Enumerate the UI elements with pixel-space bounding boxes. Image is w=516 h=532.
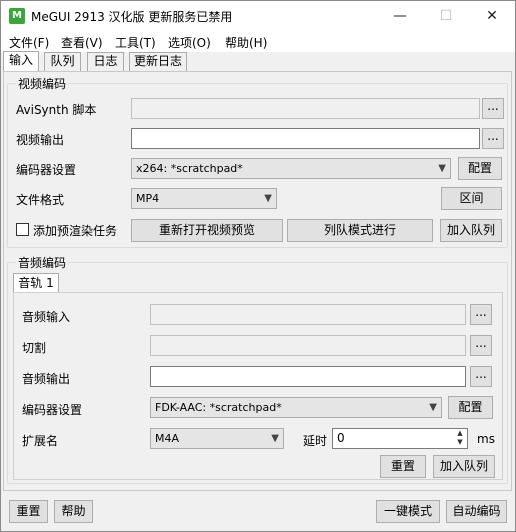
chevron-down-icon: ▼	[264, 193, 272, 204]
avisynth-label: AviSynth 脚本	[16, 103, 97, 117]
menu-help[interactable]: 帮助(H)	[225, 34, 267, 51]
video-config-button[interactable]: 配置	[458, 157, 502, 180]
file-format-select[interactable]: MP4 ▼	[131, 188, 277, 209]
spin-up-icon[interactable]: ▲	[453, 429, 467, 438]
input-panel: 视频编码 AviSynth 脚本 ... 视频输出 ... 编码器设置 x264…	[3, 71, 512, 491]
cut-field[interactable]	[150, 335, 466, 356]
menu-file[interactable]: 文件(F)	[9, 34, 49, 51]
audio-group-title: 音频编码	[16, 254, 69, 271]
video-output-label: 视频输出	[16, 133, 65, 147]
audio-encoding-group: 音频编码 音轨 1 音频输入 ... 切割 ... 音频输出 ... 编码器设置…	[7, 254, 508, 484]
close-button[interactable]: ✕	[469, 1, 515, 31]
maximize-button[interactable]: ☐	[423, 1, 469, 31]
main-window: M MeGUI 2913 汉化版 更新服务已禁用 — ☐ ✕ 文件(F) 查看(…	[0, 0, 516, 532]
queue-mode-button[interactable]: 列队模式进行	[287, 219, 433, 242]
main-tabs: 输入 队列 日志 更新日志	[1, 51, 515, 72]
delay-value: 0	[337, 431, 345, 445]
video-encoding-group: 视频编码 AviSynth 脚本 ... 视频输出 ... 编码器设置 x264…	[7, 75, 508, 248]
menu-options[interactable]: 选项(O)	[168, 34, 211, 51]
menu-bar: 文件(F) 查看(V) 工具(T) 选项(O) 帮助(H)	[1, 31, 515, 52]
delay-field[interactable]: 0 ▲ ▼	[332, 428, 468, 449]
audio-output-browse-button[interactable]: ...	[470, 366, 492, 387]
audio-input-browse-button[interactable]: ...	[470, 304, 492, 325]
tab-input[interactable]: 输入	[3, 51, 39, 72]
audio-input-label: 音频输入	[22, 310, 71, 324]
audio-input-field[interactable]	[150, 304, 466, 325]
video-add-queue-button[interactable]: 加入队列	[440, 219, 502, 242]
tab-log[interactable]: 日志	[87, 52, 124, 71]
file-format-label: 文件格式	[16, 193, 65, 207]
audio-add-queue-button[interactable]: 加入队列	[433, 455, 495, 478]
avisynth-input[interactable]	[131, 98, 480, 119]
file-format-value: MP4	[136, 192, 160, 205]
footer-reset-button[interactable]: 重置	[9, 500, 48, 523]
tab-audio-track-1[interactable]: 音轨 1	[13, 273, 59, 293]
delay-unit: ms	[477, 432, 495, 446]
oneclick-mode-button[interactable]: 一键模式	[376, 500, 440, 523]
audio-output-label: 音频输出	[22, 372, 71, 386]
audio-output-field[interactable]	[150, 366, 466, 387]
audio-encoder-select[interactable]: FDK-AAC: *scratchpad* ▼	[150, 397, 442, 418]
video-output-browse-button[interactable]: ...	[482, 128, 504, 149]
window-title: MeGUI 2913 汉化版 更新服务已禁用	[31, 10, 233, 24]
tab-queue[interactable]: 队列	[44, 52, 81, 71]
menu-view[interactable]: 查看(V)	[61, 34, 103, 51]
extension-value: M4A	[155, 432, 180, 445]
auto-encode-button[interactable]: 自动编码	[446, 500, 507, 523]
delay-label: 延时	[303, 434, 328, 448]
prerender-label: 添加预渲染任务	[33, 224, 118, 238]
audio-track-panel: 音频输入 ... 切割 ... 音频输出 ... 编码器设置 FDK-AAC: …	[13, 292, 503, 480]
video-encoder-value: x264: *scratchpad*	[136, 162, 243, 175]
app-icon: M	[9, 8, 25, 24]
reopen-preview-button[interactable]: 重新打开视频预览	[131, 219, 283, 242]
menu-tools[interactable]: 工具(T)	[115, 34, 156, 51]
delay-spinner[interactable]: ▲ ▼	[453, 429, 467, 448]
audio-encoder-label: 编码器设置	[22, 403, 83, 417]
prerender-checkbox[interactable]	[16, 223, 29, 236]
avisynth-browse-button[interactable]: ...	[482, 98, 504, 119]
extension-select[interactable]: M4A ▼	[150, 428, 284, 449]
audio-encoder-value: FDK-AAC: *scratchpad*	[155, 401, 282, 414]
cut-browse-button[interactable]: ...	[470, 335, 492, 356]
spin-down-icon[interactable]: ▼	[453, 438, 467, 447]
audio-reset-button[interactable]: 重置	[380, 455, 426, 478]
video-group-title: 视频编码	[16, 75, 69, 92]
video-encoder-select[interactable]: x264: *scratchpad* ▼	[131, 158, 451, 179]
extension-label: 扩展名	[22, 434, 59, 448]
chevron-down-icon: ▼	[438, 163, 446, 174]
video-encoder-label: 编码器设置	[16, 163, 77, 177]
footer-help-button[interactable]: 帮助	[54, 500, 93, 523]
minimize-button[interactable]: —	[377, 1, 423, 31]
video-output-input[interactable]	[131, 128, 480, 149]
audio-config-button[interactable]: 配置	[448, 396, 493, 419]
zone-button[interactable]: 区间	[441, 187, 502, 210]
chevron-down-icon: ▼	[429, 402, 437, 413]
cut-label: 切割	[22, 341, 47, 355]
tab-changelog[interactable]: 更新日志	[129, 52, 187, 71]
title-bar: M MeGUI 2913 汉化版 更新服务已禁用 — ☐ ✕	[1, 1, 515, 31]
chevron-down-icon: ▼	[271, 433, 279, 444]
